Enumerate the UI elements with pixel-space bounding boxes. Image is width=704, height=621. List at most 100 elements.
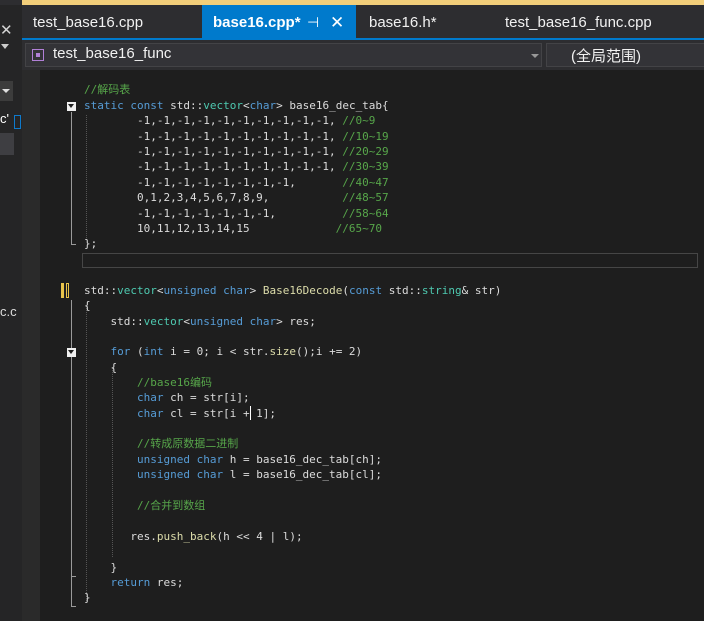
code-token: -1,-1,-1,-1,-1,-1,-1, <box>84 207 343 220</box>
document-tab-bar: test_base16.cpp base16.cpp* ⊣ ✕ base16.h… <box>22 5 704 40</box>
project-dropdown[interactable]: test_base16_func <box>25 43 542 67</box>
code-token: vector <box>203 99 243 112</box>
code-token: //解码表 <box>84 83 131 96</box>
code-line[interactable]: for (int i = 0; i < str.size();i += 2) <box>84 344 362 359</box>
code-token: & str) <box>461 284 502 297</box>
code-line[interactable]: 0,1,2,3,4,5,6,7,8,9, //48~57 <box>84 190 389 205</box>
code-token: h = base16_dec_tab[ch]; <box>229 453 383 466</box>
code-line[interactable]: -1,-1,-1,-1,-1,-1,-1,-1,-1,-1, //30~39 <box>84 159 389 174</box>
code-line[interactable]: //合并到数组 <box>84 498 205 513</box>
code-token: ch = str[i]; <box>170 391 250 404</box>
code-token: cl = str[i + 1]; <box>170 407 277 420</box>
editor-margin <box>22 70 40 621</box>
code-line[interactable]: -1,-1,-1,-1,-1,-1,-1,-1, //40~47 <box>84 175 389 190</box>
code-line[interactable]: } <box>84 560 117 575</box>
code-editor[interactable]: //解码表 static const std::vector<char> bas… <box>22 70 704 621</box>
code-token: -1,-1,-1,-1,-1,-1,-1,-1,-1,-1, <box>84 114 343 127</box>
code-token: < <box>183 315 190 328</box>
code-token: -1,-1,-1,-1,-1,-1,-1,-1,-1,-1, <box>84 145 343 158</box>
code-token: 10,11,12,13,14,15 <box>84 222 336 235</box>
code-token: //base16编码 <box>84 376 212 389</box>
change-indicator-box <box>66 283 69 298</box>
code-line[interactable]: static const std::vector<char> base16_de… <box>84 98 389 113</box>
code-line[interactable]: -1,-1,-1,-1,-1,-1,-1, //58~64 <box>84 206 389 221</box>
code-token: //0~9 <box>342 114 376 127</box>
tab-label: base16.cpp* <box>213 14 301 31</box>
panel-chevron-down-icon[interactable] <box>1 44 9 49</box>
code-token: res; <box>156 576 184 589</box>
outline-line-end <box>71 576 76 577</box>
code-line[interactable]: std::vector<unsigned char> res; <box>84 314 315 329</box>
scope-dropdown[interactable]: (全局范围) <box>546 43 704 67</box>
panel-item-1-outline <box>14 115 21 129</box>
panel-item-2[interactable]: c.c <box>0 304 17 319</box>
close-icon[interactable]: ✕ <box>330 5 344 40</box>
code-line[interactable]: char ch = str[i]; <box>84 390 250 405</box>
code-token: return <box>84 576 157 589</box>
code-token: < <box>242 99 250 112</box>
code-token: ();i += 2) <box>295 345 363 358</box>
dropdown-arrow-icon <box>2 89 10 93</box>
code-line[interactable]: 10,11,12,13,14,15 //65~70 <box>84 221 382 236</box>
code-token: (h << 4 | l); <box>216 530 303 543</box>
current-line-highlight <box>82 253 698 268</box>
code-line[interactable]: //base16编码 <box>84 375 212 390</box>
outline-line-end <box>71 244 76 245</box>
tab-test-base16-func-cpp[interactable]: test_base16_func.cpp <box>494 5 694 40</box>
code-token: //40~47 <box>342 176 389 189</box>
code-line[interactable]: //解码表 <box>84 82 130 97</box>
code-line[interactable]: -1,-1,-1,-1,-1,-1,-1,-1,-1,-1, //20~29 <box>84 144 389 159</box>
code-token: //合并到数组 <box>84 499 206 512</box>
code-token: push_back <box>156 530 217 543</box>
code-line[interactable]: std::vector<unsigned char> Base16Decode(… <box>84 283 501 298</box>
code-line[interactable]: unsigned char h = base16_dec_tab[ch]; <box>84 452 382 467</box>
code-token: const <box>348 284 389 297</box>
outline-line-end <box>71 606 76 607</box>
code-token: res. <box>84 530 157 543</box>
tab-base16-h[interactable]: base16.h* <box>358 5 488 40</box>
text-caret <box>250 406 251 420</box>
code-token: //30~39 <box>342 160 389 173</box>
code-line[interactable]: char cl = str[i + 1]; <box>84 406 276 421</box>
panel-close-icon[interactable]: ✕ <box>0 21 13 39</box>
tab-base16-cpp[interactable]: base16.cpp* ⊣ ✕ <box>202 5 356 40</box>
code-token: ( <box>342 284 349 297</box>
code-line[interactable]: res.push_back(h << 4 | l); <box>84 529 303 544</box>
code-token: char <box>249 99 277 112</box>
code-line[interactable]: -1,-1,-1,-1,-1,-1,-1,-1,-1,-1, //10~19 <box>84 129 389 144</box>
scope-label: (全局范围) <box>571 48 641 65</box>
code-token: unsigned char <box>84 468 230 481</box>
panel-item-1[interactable]: c' <box>0 111 9 126</box>
code-line[interactable]: { <box>84 360 117 375</box>
code-token: vector <box>143 315 184 328</box>
code-line[interactable]: }; <box>84 236 97 251</box>
outline-line <box>71 358 72 576</box>
collapse-icon[interactable] <box>67 102 76 111</box>
panel-selected-row[interactable] <box>0 133 14 155</box>
code-token: -1,-1,-1,-1,-1,-1,-1,-1,-1,-1, <box>84 160 343 173</box>
code-token: { <box>84 361 118 374</box>
code-token: //20~29 <box>342 145 389 158</box>
tab-test-base16-cpp[interactable]: test_base16.cpp <box>22 5 202 40</box>
code-line[interactable]: } <box>84 590 91 605</box>
code-line[interactable]: return res; <box>84 575 183 590</box>
chevron-down-icon[interactable] <box>531 54 539 58</box>
change-indicator <box>61 283 64 298</box>
code-token: //48~57 <box>342 191 389 204</box>
code-token: unsigned char <box>163 284 250 297</box>
tab-label: test_base16_func.cpp <box>505 14 652 31</box>
navigation-bar: test_base16_func (全局范围) <box>22 40 704 70</box>
code-line[interactable]: { <box>84 298 91 313</box>
pin-icon[interactable]: ⊣ <box>307 5 319 40</box>
tab-label: base16.h* <box>369 14 437 31</box>
code-token: //10~19 <box>342 130 389 143</box>
code-token: ( <box>136 345 144 358</box>
code-line[interactable]: //转成原数据二进制 <box>84 436 238 451</box>
code-token: 0,1,2,3,4,5,6,7,8,9, <box>84 191 343 204</box>
code-token: char <box>84 407 171 420</box>
code-token: > <box>249 284 263 297</box>
collapse-icon[interactable] <box>67 348 76 357</box>
code-line[interactable]: unsigned char l = base16_dec_tab[cl]; <box>84 467 382 482</box>
code-token: Base16Decode <box>262 284 343 297</box>
code-line[interactable]: -1,-1,-1,-1,-1,-1,-1,-1,-1,-1, //0~9 <box>84 113 375 128</box>
